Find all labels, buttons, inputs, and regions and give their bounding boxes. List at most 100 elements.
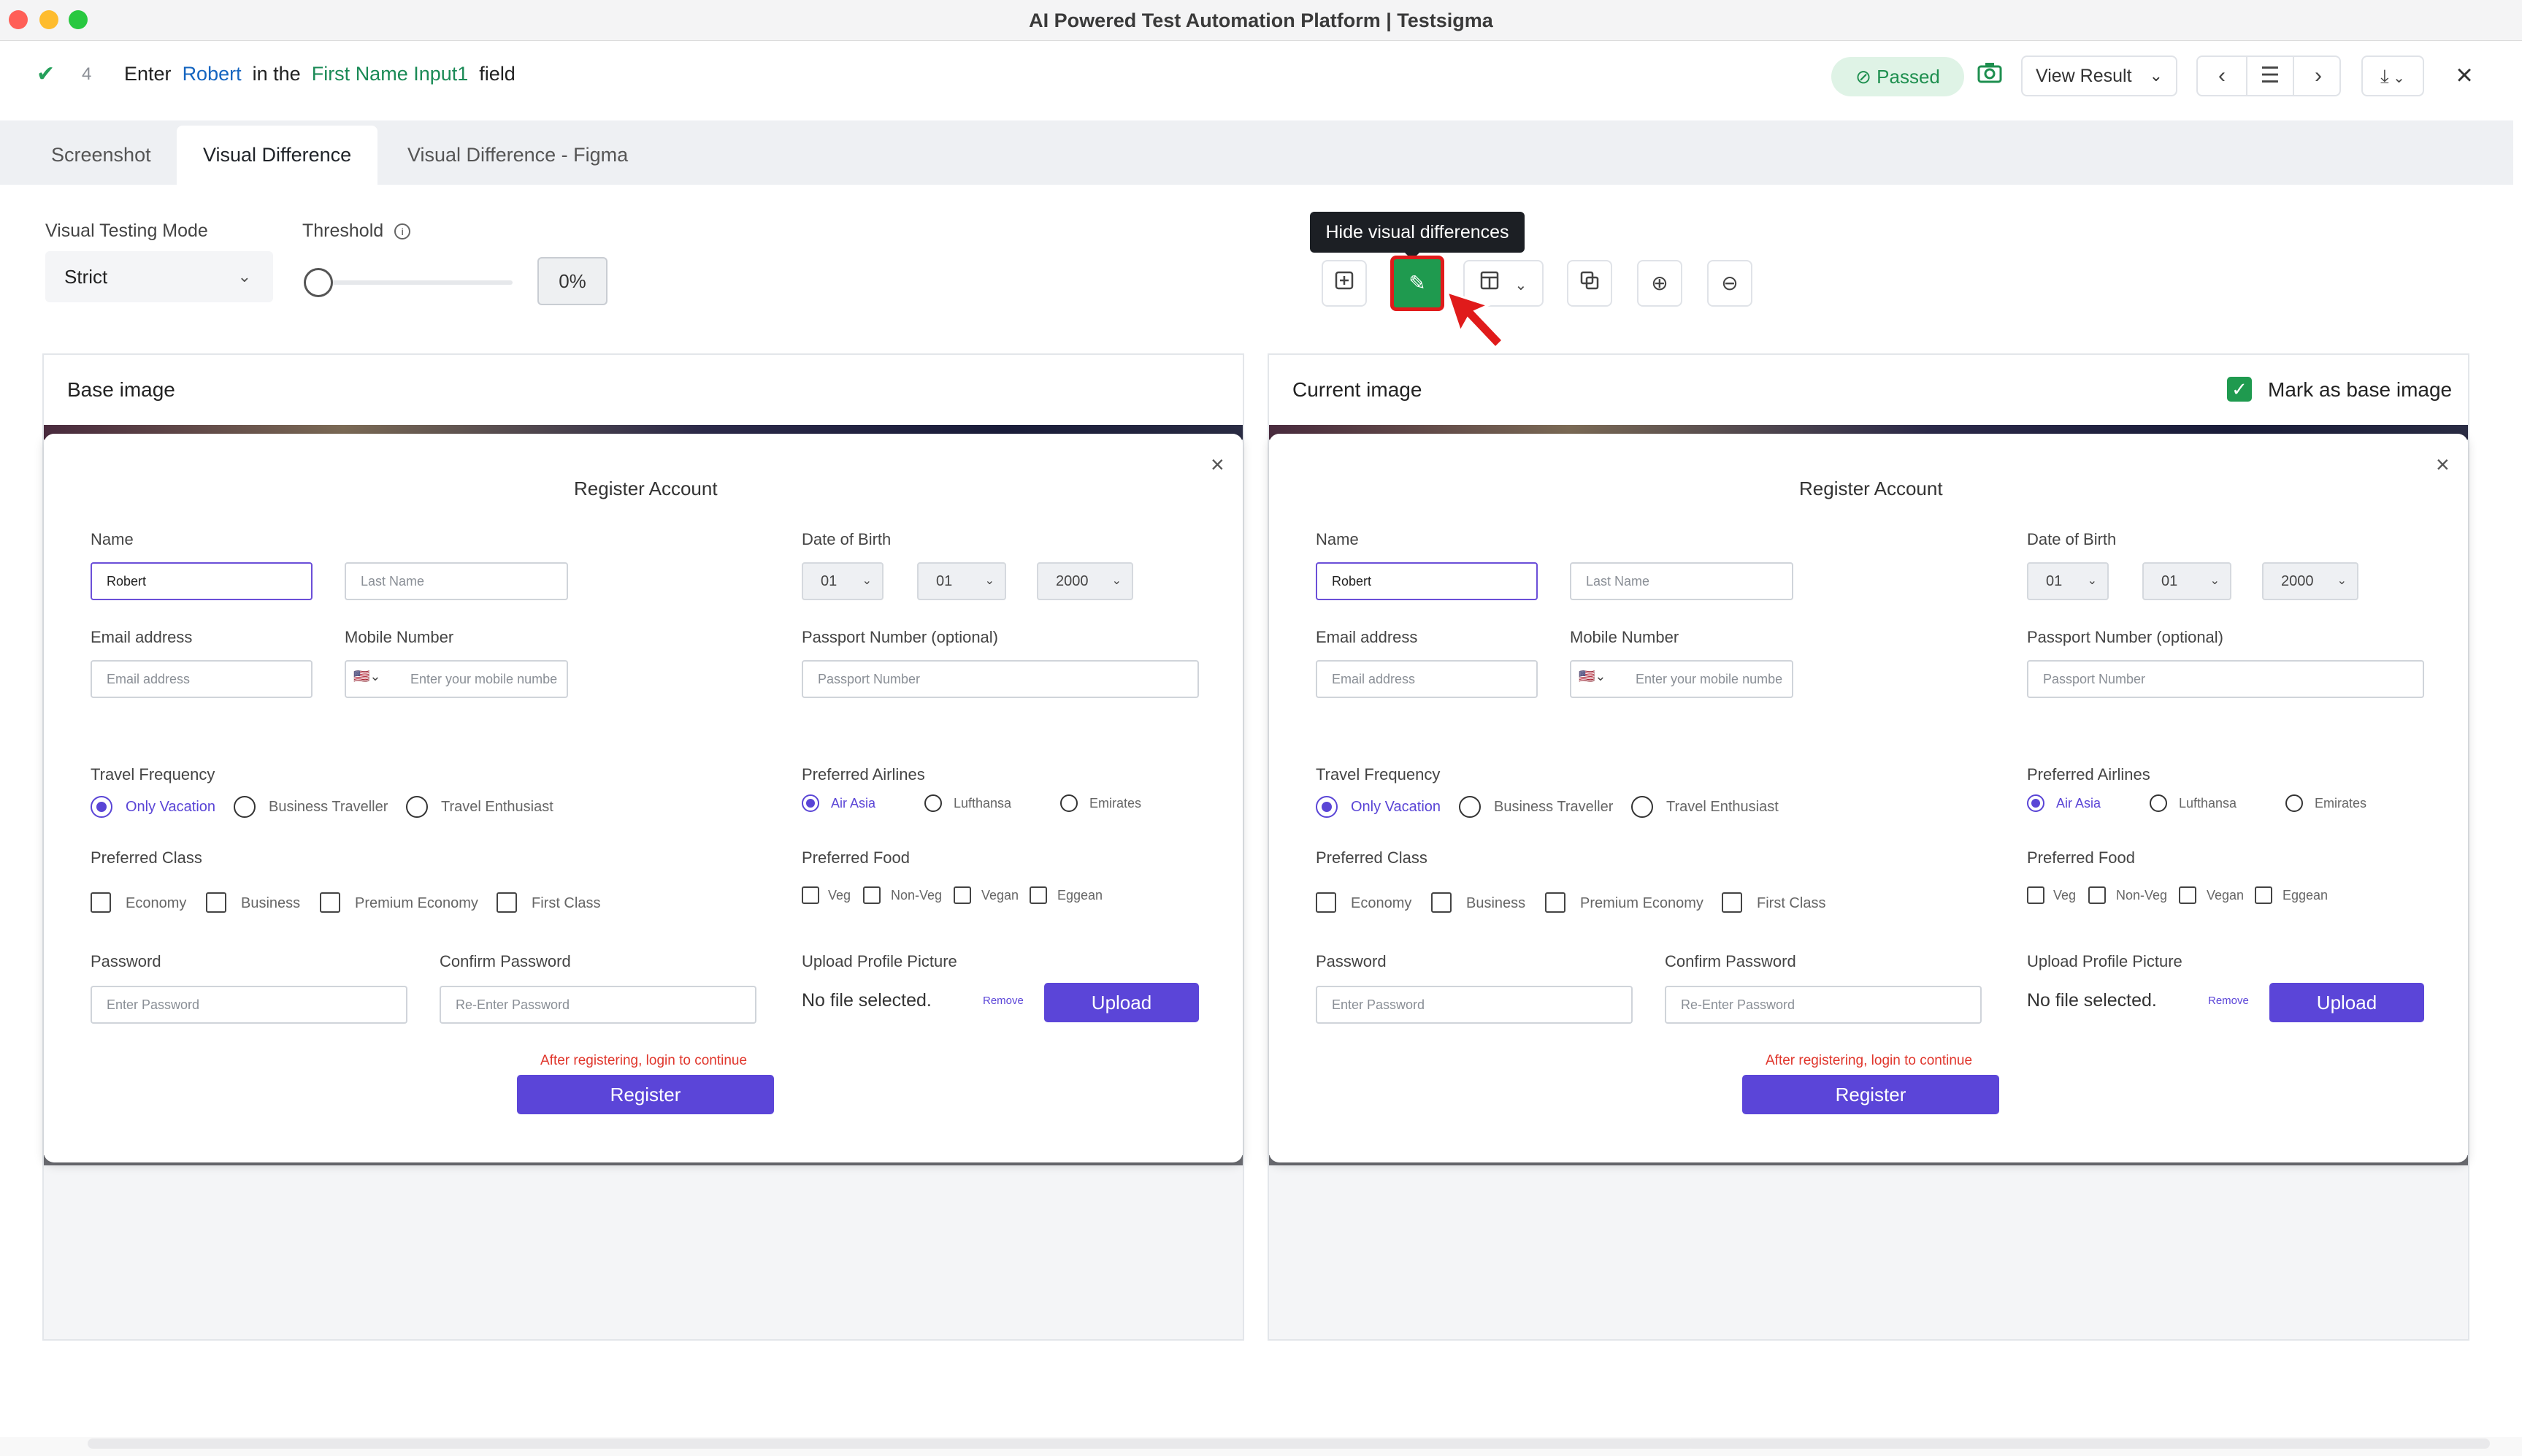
check-icon: ✔ bbox=[37, 62, 55, 86]
checkbox-veg[interactable] bbox=[2027, 886, 2044, 904]
remove-link[interactable]: Remove bbox=[983, 995, 1024, 1007]
tab-screenshot[interactable]: Screenshot bbox=[25, 126, 177, 185]
scrollbar-thumb-left[interactable] bbox=[88, 1438, 1694, 1449]
view-result-button[interactable]: View Result ⌄ bbox=[2021, 55, 2177, 96]
compare-button[interactable] bbox=[1567, 260, 1612, 307]
checkbox-non-veg[interactable] bbox=[863, 886, 881, 904]
zoom-in-button[interactable]: ⊕ bbox=[1637, 260, 1682, 307]
info-icon[interactable]: i bbox=[394, 223, 411, 240]
remove-link[interactable]: Remove bbox=[2208, 995, 2249, 1007]
email-input[interactable]: Email address bbox=[91, 660, 313, 698]
current-image-screenshot: Register Account × Name Robert Last Name… bbox=[1269, 425, 2468, 1167]
confirm-password-input[interactable]: Re-Enter Password bbox=[440, 986, 756, 1024]
radio-emirates[interactable] bbox=[1060, 794, 1078, 812]
radio-only-vacation[interactable] bbox=[91, 796, 112, 818]
camera-icon[interactable] bbox=[1977, 61, 2004, 91]
region-icon bbox=[1335, 271, 1354, 290]
option-veg: Veg bbox=[828, 888, 851, 903]
tab-visual-difference[interactable]: Visual Difference bbox=[177, 126, 378, 185]
checkbox-first-class[interactable] bbox=[497, 892, 517, 913]
threshold-value[interactable]: 0% bbox=[537, 257, 607, 305]
passport-input[interactable]: Passport Number bbox=[2027, 660, 2424, 698]
radio-travel-enthusiast[interactable] bbox=[406, 796, 428, 818]
radio-business-traveller[interactable] bbox=[1459, 796, 1481, 818]
visual-testing-mode-select[interactable]: Strict ⌄ bbox=[45, 251, 273, 302]
download-button[interactable]: ⤓ ⌄ bbox=[2361, 55, 2424, 96]
password-label: Password bbox=[91, 952, 161, 970]
first-name-input[interactable]: Robert bbox=[91, 562, 313, 600]
password-input[interactable]: Enter Password bbox=[1316, 986, 1633, 1024]
last-name-input[interactable]: Last Name bbox=[1570, 562, 1793, 600]
view-result-label: View Result bbox=[2036, 66, 2132, 86]
checkbox-economy[interactable] bbox=[91, 892, 111, 913]
dob-day-select[interactable]: 01 ⌄ bbox=[802, 562, 884, 600]
confirm-password-input[interactable]: Re-Enter Password bbox=[1665, 986, 1982, 1024]
radio-emirates[interactable] bbox=[2285, 794, 2303, 812]
password-input[interactable]: Enter Password bbox=[91, 986, 407, 1024]
radio-business-traveller[interactable] bbox=[234, 796, 256, 818]
threshold-slider-track[interactable] bbox=[318, 280, 513, 285]
checkbox-business[interactable] bbox=[1431, 892, 1452, 913]
radio-lufthansa[interactable] bbox=[924, 794, 942, 812]
email-input[interactable]: Email address bbox=[1316, 660, 1538, 698]
close-icon[interactable]: × bbox=[2436, 451, 2450, 478]
checkbox-first-class[interactable] bbox=[1722, 892, 1742, 913]
base-image-header bbox=[44, 355, 1243, 425]
last-name-input[interactable]: Last Name bbox=[345, 562, 568, 600]
checkbox-business[interactable] bbox=[206, 892, 226, 913]
step-description: Enter Robert in the First Name Input1 fi… bbox=[124, 63, 515, 85]
radio-lufthansa[interactable] bbox=[2150, 794, 2167, 812]
zoom-out-button[interactable]: ⊖ bbox=[1707, 260, 1752, 307]
radio-only-vacation[interactable] bbox=[1316, 796, 1338, 818]
download-icon: ⤓ bbox=[2380, 65, 2389, 87]
us-flag-icon[interactable]: 🇺🇸⌄ bbox=[1579, 669, 1606, 684]
dob-year-select[interactable]: 2000 ⌄ bbox=[2262, 562, 2358, 600]
checkbox-premium-economy[interactable] bbox=[1545, 892, 1565, 913]
checkbox-veg[interactable] bbox=[802, 886, 819, 904]
dob-year-select[interactable]: 2000 ⌄ bbox=[1037, 562, 1133, 600]
dob-month-select[interactable]: 01 ⌄ bbox=[2142, 562, 2231, 600]
dob-day-select[interactable]: 01 ⌄ bbox=[2027, 562, 2109, 600]
scrollbar-thumb-right[interactable] bbox=[1687, 1438, 2490, 1449]
chevron-right-icon[interactable]: › bbox=[2294, 57, 2342, 95]
region-select-button[interactable] bbox=[1322, 260, 1367, 307]
checkbox-economy[interactable] bbox=[1316, 892, 1336, 913]
us-flag-icon[interactable]: 🇺🇸⌄ bbox=[353, 669, 381, 684]
list-icon[interactable]: ☰ bbox=[2246, 57, 2294, 95]
mark-as-base-checkbox[interactable]: ✓ bbox=[2227, 377, 2252, 402]
threshold-label-text: Threshold bbox=[302, 221, 384, 241]
chevron-down-icon: ⌄ bbox=[862, 575, 872, 587]
first-name-input[interactable]: Robert bbox=[1316, 562, 1538, 600]
upload-button[interactable]: Upload bbox=[2269, 983, 2424, 1022]
dob-month-select[interactable]: 01 ⌄ bbox=[917, 562, 1006, 600]
option-eggean: Eggean bbox=[1057, 888, 1103, 903]
dob-year-value: 2000 bbox=[1056, 573, 1089, 589]
checkbox-premium-economy[interactable] bbox=[320, 892, 340, 913]
upload-button[interactable]: Upload bbox=[1044, 983, 1199, 1022]
pointer-arrow-icon bbox=[1445, 290, 1505, 350]
radio-air-asia[interactable] bbox=[2027, 794, 2044, 812]
checkbox-non-veg[interactable] bbox=[2088, 886, 2106, 904]
option-business: Business bbox=[241, 895, 301, 911]
preferred-food-label: Preferred Food bbox=[802, 848, 910, 867]
register-button[interactable]: Register bbox=[1742, 1075, 1999, 1114]
travel-frequency-label: Travel Frequency bbox=[1316, 765, 1441, 783]
tab-visual-difference-figma[interactable]: Visual Difference - Figma bbox=[381, 126, 654, 185]
name-label: Name bbox=[91, 530, 134, 548]
dob-day-value: 01 bbox=[2046, 573, 2063, 589]
threshold-slider-handle[interactable] bbox=[304, 268, 333, 297]
register-button[interactable]: Register bbox=[517, 1075, 774, 1114]
checkbox-vegan[interactable] bbox=[954, 886, 971, 904]
passport-input[interactable]: Passport Number bbox=[802, 660, 1199, 698]
step-element[interactable]: First Name Input1 bbox=[312, 63, 469, 85]
checkbox-eggean[interactable] bbox=[1030, 886, 1047, 904]
radio-travel-enthusiast[interactable] bbox=[1631, 796, 1653, 818]
checkbox-vegan[interactable] bbox=[2179, 886, 2196, 904]
close-icon[interactable]: × bbox=[1211, 451, 1224, 478]
radio-air-asia[interactable] bbox=[802, 794, 819, 812]
hide-visual-differences-button[interactable]: ✎ bbox=[1390, 256, 1444, 311]
chevron-left-icon[interactable]: ‹ bbox=[2198, 57, 2246, 95]
checkbox-eggean[interactable] bbox=[2255, 886, 2272, 904]
step-navigation: ‹ ☰ › bbox=[2196, 55, 2341, 96]
close-icon[interactable]: × bbox=[2446, 57, 2483, 93]
